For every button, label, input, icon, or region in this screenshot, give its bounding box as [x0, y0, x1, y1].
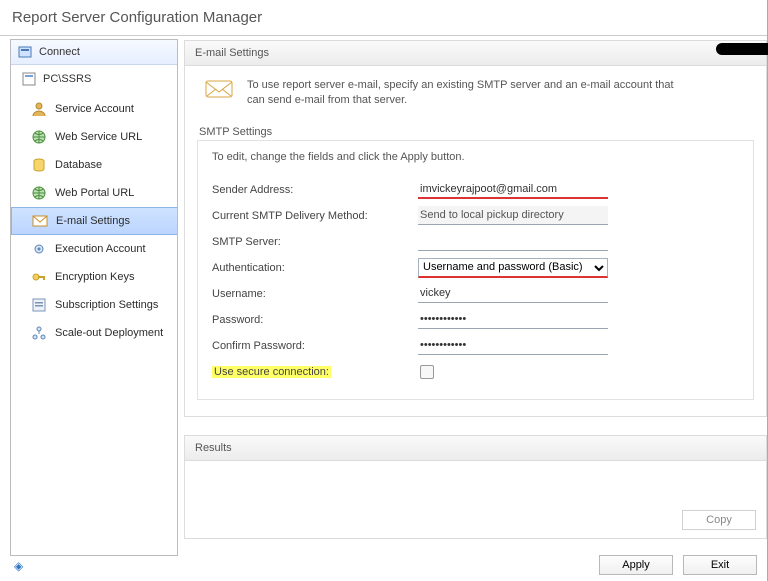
sidebar-item-label: Web Service URL — [55, 131, 142, 143]
copy-button[interactable]: Copy — [682, 510, 756, 530]
sidebar-item-scale-out-deployment[interactable]: Scale-out Deployment — [11, 319, 177, 347]
delivery-value: Send to local pickup directory — [418, 206, 608, 225]
sidebar-item-web-service-url[interactable]: Web Service URL — [11, 123, 177, 151]
auth-label: Authentication: — [212, 262, 418, 274]
smtp-fieldset: To edit, change the fields and click the… — [197, 140, 754, 400]
sidebar-item-label: Service Account — [55, 103, 134, 115]
mail-icon — [205, 78, 233, 102]
sidebar-item-label: Web Portal URL — [55, 187, 134, 199]
smtp-input[interactable] — [418, 232, 608, 251]
sidebar: Connect PC\SSRS Service Account Web Servi… — [10, 39, 178, 556]
fieldset-title: SMTP Settings — [199, 126, 754, 138]
redacted-area — [716, 43, 768, 55]
sender-label: Sender Address: — [212, 184, 418, 196]
server-icon — [21, 71, 37, 87]
password-input[interactable] — [418, 310, 608, 329]
results-header: Results — [184, 435, 767, 461]
sidebar-item-label: E-mail Settings — [56, 215, 130, 227]
sender-input[interactable] — [418, 180, 608, 199]
connect-icon — [17, 44, 33, 60]
mail-icon — [32, 213, 48, 229]
sidebar-item-web-portal-url[interactable]: Web Portal URL — [11, 179, 177, 207]
exit-button[interactable]: Exit — [683, 555, 757, 575]
globe-icon — [31, 129, 47, 145]
sidebar-item-label: Encryption Keys — [55, 271, 134, 283]
password-label: Password: — [212, 314, 418, 326]
key-icon — [31, 269, 47, 285]
results-body: Copy — [184, 461, 767, 539]
sidebar-item-label: Subscription Settings — [55, 299, 158, 311]
sidebar-item-subscription-settings[interactable]: Subscription Settings — [11, 291, 177, 319]
delivery-label: Current SMTP Delivery Method: — [212, 210, 418, 222]
sidebar-item-execution-account[interactable]: Execution Account — [11, 235, 177, 263]
globe-icon — [31, 185, 47, 201]
connect-label: Connect — [39, 46, 80, 58]
connect-button[interactable]: Connect — [11, 40, 177, 65]
email-settings-panel: To use report server e-mail, specify an … — [184, 66, 767, 417]
sidebar-item-label: Scale-out Deployment — [55, 327, 163, 339]
window-title: Report Server Configuration Manager — [0, 0, 767, 36]
apply-button[interactable]: Apply — [599, 555, 673, 575]
confirm-input[interactable] — [418, 336, 608, 355]
sidebar-item-database[interactable]: Database — [11, 151, 177, 179]
sidebar-item-label: Execution Account — [55, 243, 146, 255]
confirm-label: Confirm Password: — [212, 340, 418, 352]
auth-select[interactable]: Username and password (Basic) — [418, 258, 608, 278]
smtp-label: SMTP Server: — [212, 236, 418, 248]
help-icon[interactable]: ◈ — [14, 559, 23, 573]
scale-icon — [31, 325, 47, 341]
user-icon — [31, 101, 47, 117]
server-node[interactable]: PC\SSRS — [11, 65, 177, 93]
sidebar-item-label: Database — [55, 159, 102, 171]
database-icon — [31, 157, 47, 173]
gear-icon — [31, 241, 47, 257]
secure-label: Use secure connection: — [212, 366, 418, 378]
sidebar-item-e-mail-settings[interactable]: E-mail Settings — [11, 207, 177, 235]
panel-intro: To use report server e-mail, specify an … — [247, 78, 677, 108]
username-input[interactable] — [418, 284, 608, 303]
subscription-icon — [31, 297, 47, 313]
sidebar-item-encryption-keys[interactable]: Encryption Keys — [11, 263, 177, 291]
secure-checkbox[interactable] — [420, 365, 434, 379]
username-label: Username: — [212, 288, 418, 300]
sidebar-item-service-account[interactable]: Service Account — [11, 95, 177, 123]
server-node-label: PC\SSRS — [43, 73, 91, 85]
fieldset-note: To edit, change the fields and click the… — [212, 151, 739, 163]
panel-header: E-mail Settings — [184, 40, 767, 66]
